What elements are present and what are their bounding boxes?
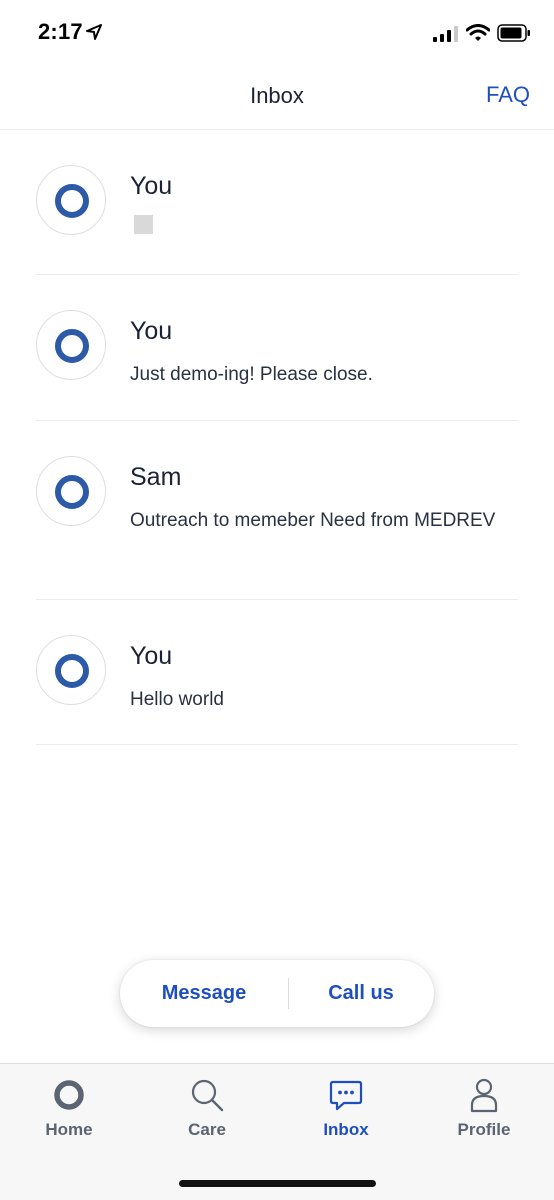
chat-bubble-icon <box>329 1080 363 1111</box>
faq-link[interactable]: FAQ <box>486 82 530 108</box>
list-item[interactable]: You Just demo-ing! Please close. <box>36 275 518 421</box>
location-arrow-icon <box>86 24 102 40</box>
message-button[interactable]: Message <box>120 960 288 1027</box>
nav-header: Inbox FAQ <box>0 66 554 130</box>
list-item[interactable]: You Hello world <box>36 600 518 745</box>
tab-label: Profile <box>457 1120 511 1139</box>
avatar-ring-icon <box>55 329 89 363</box>
avatar <box>36 165 106 235</box>
avatar <box>36 310 106 380</box>
list-item[interactable]: You <box>36 130 518 275</box>
home-ring-icon <box>54 1080 84 1110</box>
sender-name: You <box>130 642 173 670</box>
cellular-signal-icon <box>433 26 458 42</box>
status-time: 2:17 <box>38 19 83 44</box>
avatar-ring-icon <box>55 654 89 688</box>
tab-label: Inbox <box>323 1120 369 1139</box>
tab-label: Care <box>188 1120 226 1139</box>
search-icon <box>191 1079 224 1112</box>
list-item[interactable]: Sam Outreach to memeber Need from MEDREV <box>36 421 518 600</box>
message-snippet: Hello world <box>130 689 224 710</box>
contact-actions: Message Call us <box>120 960 434 1027</box>
battery-icon <box>497 24 530 42</box>
avatar-ring-icon <box>55 475 89 509</box>
call-us-button[interactable]: Call us <box>288 960 434 1027</box>
home-indicator <box>179 1180 376 1187</box>
sender-name: You <box>130 317 173 345</box>
attachment-placeholder-icon <box>134 215 153 234</box>
screen: 2:17 Inbox FAQ You You Just demo-ing! Pl… <box>0 0 554 1200</box>
avatar <box>36 456 106 526</box>
person-icon <box>470 1078 498 1113</box>
page-title: Inbox <box>250 83 304 108</box>
tab-care[interactable]: Care <box>138 1064 276 1164</box>
avatar-ring-icon <box>55 184 89 218</box>
tab-home[interactable]: Home <box>0 1064 138 1164</box>
message-snippet: Just demo-ing! Please close. <box>130 364 373 385</box>
wifi-icon <box>466 24 490 41</box>
sender-name: You <box>130 172 173 200</box>
message-snippet: Outreach to memeber Need from MEDREV <box>130 510 496 531</box>
tab-label: Home <box>45 1120 93 1139</box>
status-bar: 2:17 <box>0 0 554 66</box>
tab-profile[interactable]: Profile <box>415 1064 553 1164</box>
avatar <box>36 635 106 705</box>
tab-inbox[interactable]: Inbox <box>277 1064 415 1164</box>
inbox-list: You You Just demo-ing! Please close. Sam… <box>36 130 518 745</box>
sender-name: Sam <box>130 463 182 491</box>
